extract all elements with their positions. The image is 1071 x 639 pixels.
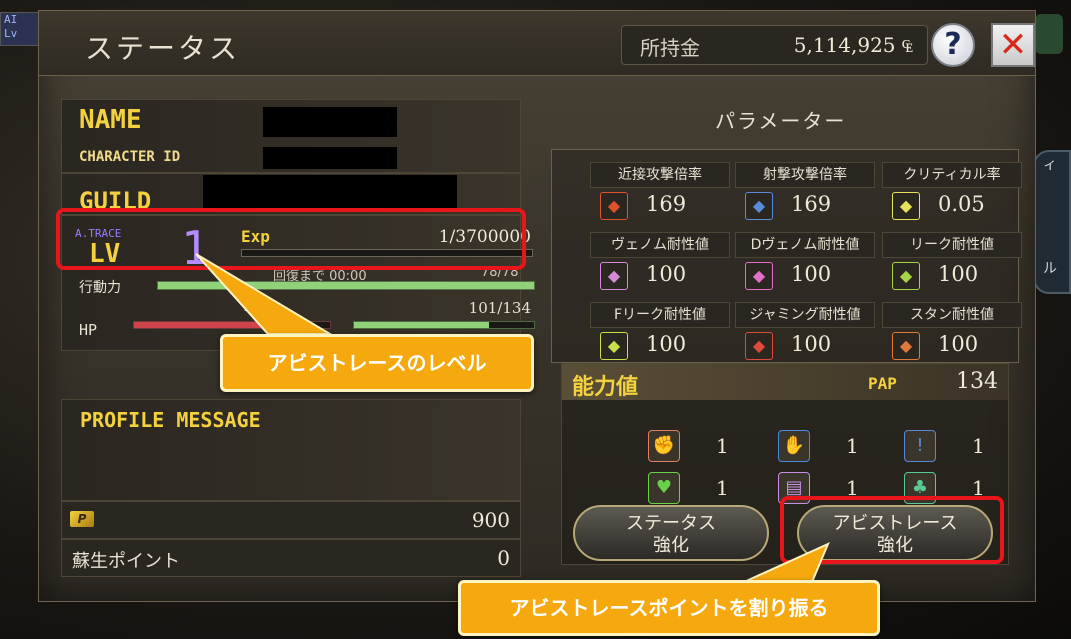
points-callout-pointer (743, 542, 830, 583)
points-callout: アビストレースポイントを割り振る (458, 580, 880, 636)
callout-pointers (195, 253, 830, 583)
level-callout-pointer (195, 253, 334, 335)
level-callout: アビストレースのレベル (220, 334, 534, 392)
